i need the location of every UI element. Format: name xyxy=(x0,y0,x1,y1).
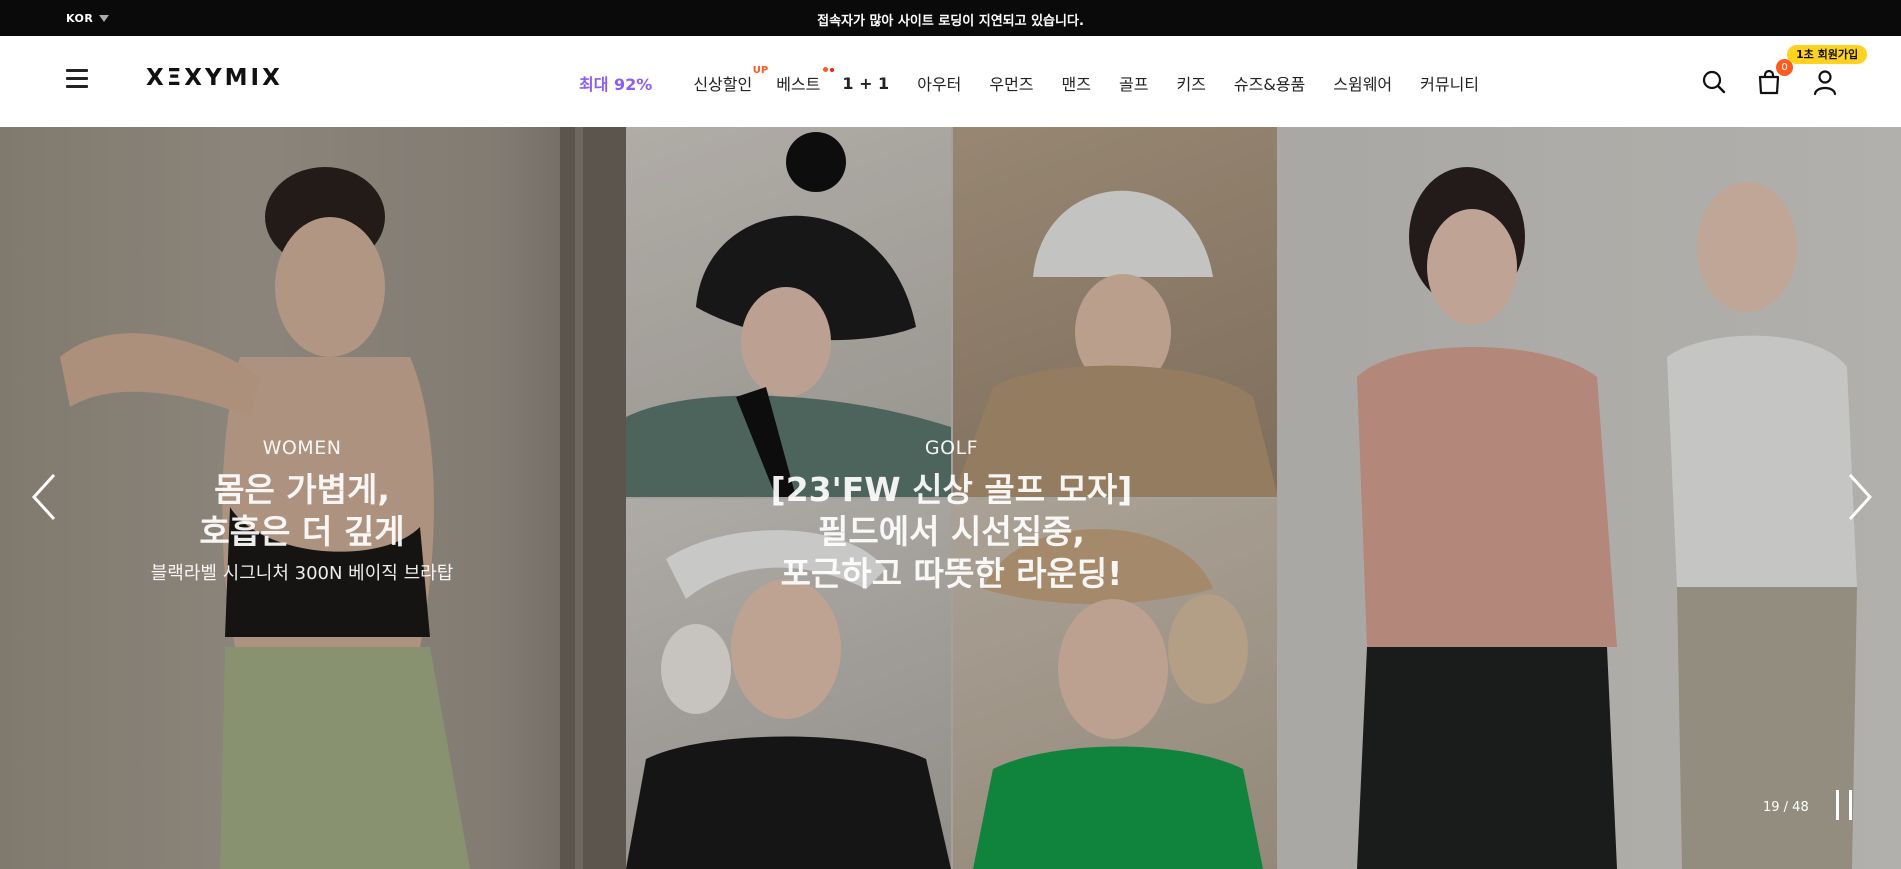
nav-item-womens[interactable]: 우먼즈 xyxy=(989,71,1033,95)
pause-icon[interactable] xyxy=(1834,790,1856,820)
menu-icon[interactable] xyxy=(66,69,88,89)
nav-item-outer[interactable]: 아우터 xyxy=(917,71,961,95)
search-icon[interactable] xyxy=(1700,68,1728,96)
site-header: XΞXYMIX 최대 92% 신상할인 UP 베스트 1 + 1 아우터 우먼즈… xyxy=(0,36,1901,127)
slide-new-arrivals[interactable] xyxy=(1277,127,1901,869)
carousel-next-arrow[interactable] xyxy=(1838,467,1878,527)
top-notice-bar: KOR 접속자가 많아 사이트 로딩이 지연되고 있습니다. xyxy=(0,0,1901,36)
slide-women[interactable]: WOMEN 몸은 가볍게, 호흡은 더 깊게 블랙라벨 시그니처 300N 베이… xyxy=(0,127,626,869)
nav-item-sale[interactable]: 최대 92% xyxy=(579,71,652,95)
nav-item-shoes[interactable]: 슈즈&용품 xyxy=(1234,71,1305,95)
slide-caption: GOLF [23'FW 신상 골프 모자] 필드에서 시선집중, 포근하고 따뜻… xyxy=(626,437,1277,595)
nav-item-swimwear[interactable]: 스윔웨어 xyxy=(1333,71,1392,95)
carousel-pager: 19 / 48 xyxy=(1763,800,1809,815)
slide-tag: WOMEN xyxy=(262,437,342,459)
nav-item-mens[interactable]: 맨즈 xyxy=(1062,71,1091,95)
main-nav: 최대 92% 신상할인 UP 베스트 1 + 1 아우터 우먼즈 맨즈 골프 키… xyxy=(579,65,1507,95)
up-badge: UP xyxy=(752,65,769,76)
nav-item-new-sale[interactable]: 신상할인 UP xyxy=(693,65,768,95)
carousel-prev-arrow[interactable] xyxy=(26,467,66,527)
nav-item-kids[interactable]: 키즈 xyxy=(1176,71,1205,95)
new-dot-indicator xyxy=(830,67,835,72)
nav-item-community[interactable]: 커뮤니티 xyxy=(1420,71,1479,95)
brand-logo[interactable]: XΞXYMIX xyxy=(146,65,283,91)
join-badge[interactable]: 1초 회원가입 xyxy=(1787,45,1868,64)
new-dot-indicator xyxy=(823,67,829,72)
slide-title: [23'FW 신상 골프 모자] 필드에서 시선집중, 포근하고 따뜻한 라운딩… xyxy=(770,470,1133,593)
user-icon[interactable] xyxy=(1811,68,1839,96)
nav-item-best[interactable]: 베스트 xyxy=(776,67,829,95)
cart-icon[interactable]: 0 xyxy=(1755,59,1793,96)
slide-tag: GOLF xyxy=(924,437,979,459)
nav-item-golf[interactable]: 골프 xyxy=(1119,71,1148,95)
hero-carousel: WOMEN 몸은 가볍게, 호흡은 더 깊게 블랙라벨 시그니처 300N 베이… xyxy=(0,127,1901,869)
slide-golf[interactable]: GOLF [23'FW 신상 골프 모자] 필드에서 시선집중, 포근하고 따뜻… xyxy=(626,127,1277,869)
slide-caption: WOMEN 몸은 가볍게, 호흡은 더 깊게 블랙라벨 시그니처 300N 베이… xyxy=(0,437,604,585)
slide-subtitle: 블랙라벨 시그니처 300N 베이직 브라탑 xyxy=(150,563,454,584)
notice-text: 접속자가 많아 사이트 로딩이 지연되고 있습니다. xyxy=(817,14,1084,29)
slide-title: 몸은 가볍게, 호흡은 더 깊게 xyxy=(199,470,405,551)
nav-item-one-plus-one[interactable]: 1 + 1 xyxy=(830,67,889,93)
